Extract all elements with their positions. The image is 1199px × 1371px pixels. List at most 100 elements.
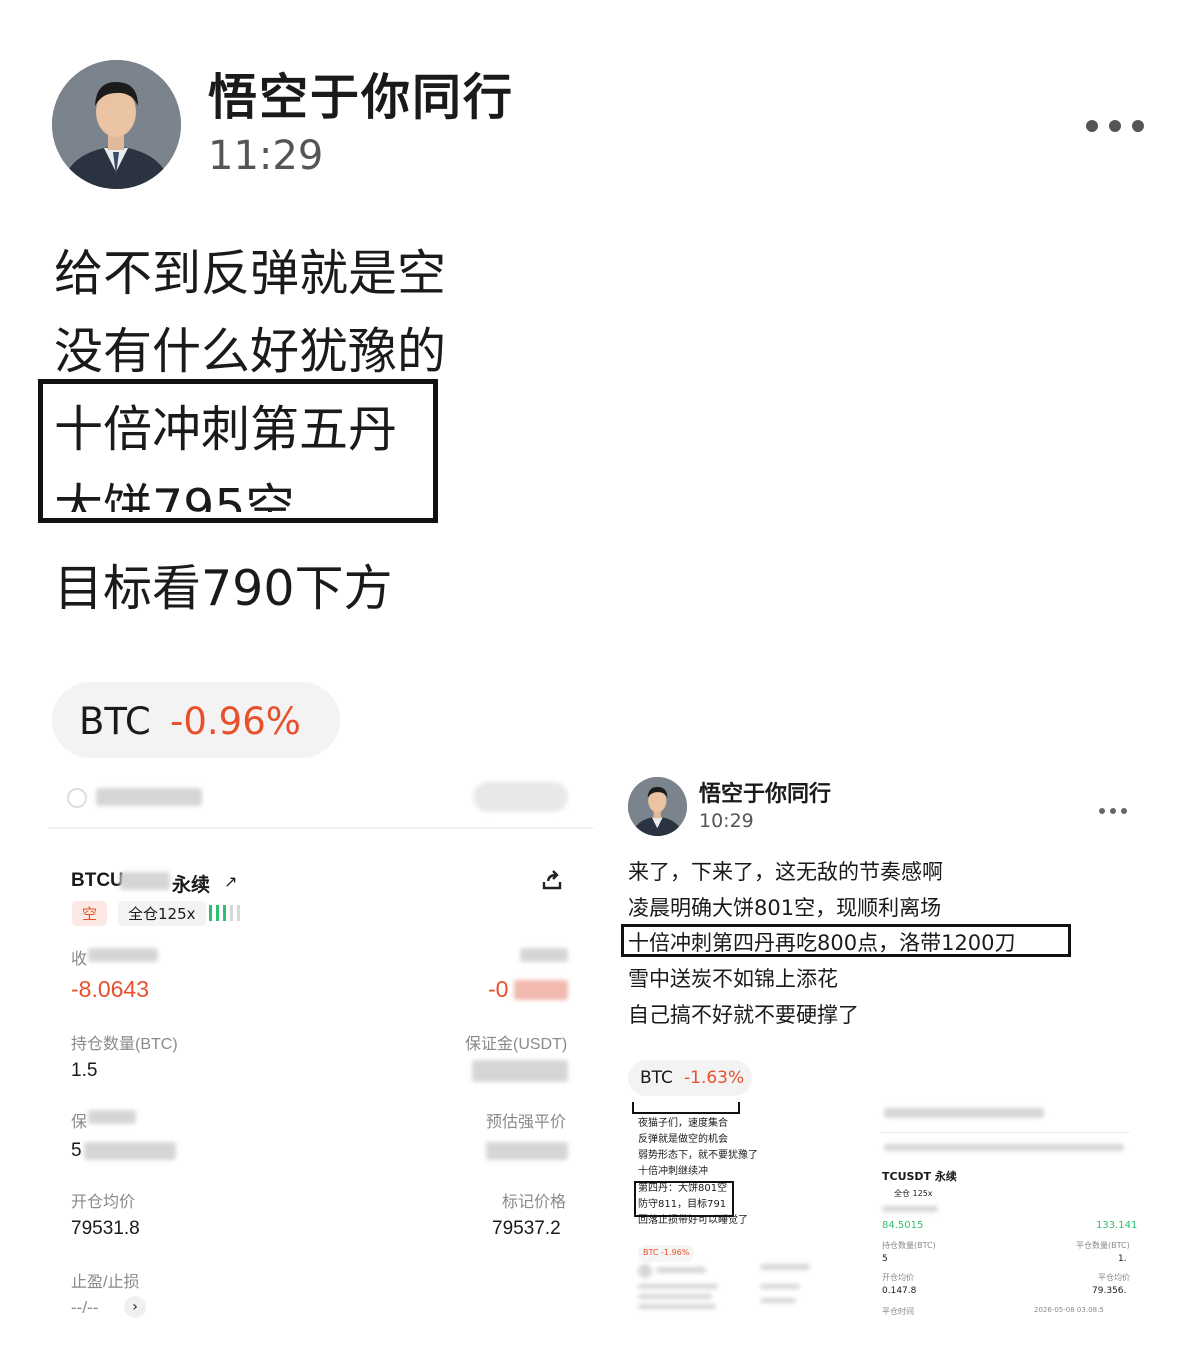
- nested-line-6: 防守811，目标791: [638, 1199, 727, 1210]
- margin-mode-tag: 全仓125x: [118, 901, 206, 926]
- nested-card-close-label: 平仓均价: [1098, 1273, 1130, 1282]
- divider: [48, 827, 593, 829]
- nested-line-3: 弱势形态下，就不要犹豫了: [638, 1150, 758, 1161]
- embedded-tag-symbol: BTC: [640, 1068, 673, 1088]
- nested-deep-card-3: [760, 1298, 796, 1303]
- embedded-line-1: 来了，下来了，这无敌的节奏感啊: [628, 860, 943, 884]
- pnl-value: -8.0643: [71, 976, 150, 1002]
- nested-line-2: 反弹就是做空的机会: [638, 1134, 728, 1145]
- blurred-roi: [514, 980, 568, 1000]
- post-time: 11:29: [208, 133, 324, 179]
- entry-label: 开仓均价: [71, 1194, 136, 1211]
- embedded-time: 10:29: [699, 810, 754, 832]
- btc-tag-change: -0.96%: [170, 700, 301, 743]
- nested-card-qty2: 1.: [1118, 1254, 1127, 1264]
- radio-icon: [67, 788, 87, 808]
- blurred-symbol: [120, 872, 170, 890]
- position-symbol-text: BTCU: [71, 870, 124, 891]
- author-name[interactable]: 悟空于你同行: [208, 58, 514, 129]
- blurred-filter: [96, 788, 202, 806]
- tpsl-label: 止盈/止损: [71, 1274, 140, 1291]
- position-screenshot: BTCU 永续 ↗ 空 全仓125x 收 -8.0643 -0 持仓数量(BTC…: [48, 770, 593, 1330]
- blurred-pnl-label: [88, 948, 158, 962]
- mark-label: 标记价格: [502, 1194, 567, 1211]
- nested-deep-text-2: [638, 1284, 718, 1289]
- nested-card-qty-label: 持仓数量(BTC): [882, 1241, 936, 1250]
- qty-value: 1.5: [71, 1060, 98, 1081]
- mark-value: 79537.2: [492, 1218, 561, 1239]
- embedded-line-4: 雪中送炭不如锦上添花: [628, 967, 838, 991]
- btc-tag[interactable]: BTC -0.96%: [52, 682, 340, 758]
- nested-card-symbol: TCUSDT 永续: [882, 1170, 957, 1183]
- more-options-icon[interactable]: [1085, 118, 1145, 132]
- blurred-roi-label: [520, 948, 568, 962]
- nested-line-1: 夜猫子们，速度集合: [638, 1118, 728, 1129]
- blurred-margin: [472, 1060, 568, 1082]
- embedded-line-5: 自己搞不好就不要硬撑了: [628, 1003, 859, 1027]
- ratio-value: 5: [71, 1140, 82, 1161]
- embedded-author: 悟空于你同行: [699, 782, 832, 807]
- nested-card-time-label: 平仓时间: [882, 1307, 914, 1316]
- author-avatar[interactable]: [52, 60, 181, 189]
- nested-tag: BTC -1.96%: [638, 1245, 695, 1262]
- nested-card-time: 2026-05-08 03:08:5: [1034, 1306, 1104, 1314]
- qty-label: 持仓数量(BTC): [71, 1036, 178, 1053]
- post-line-1: 给不到反弹就是空: [54, 245, 447, 302]
- ratio-label: 保: [71, 1114, 88, 1131]
- btc-tag-symbol: BTC: [79, 700, 151, 743]
- nested-deep-text-4: [638, 1304, 716, 1309]
- nested-post-thumbnail: 夜猫子们，速度集合 反弹就是做空的机会 弱势形态下，就不要犹豫了 十倍冲刺继续冲…: [632, 1102, 862, 1322]
- embedded-tag-change: -1.63%: [684, 1068, 745, 1088]
- short-tag: 空: [72, 901, 108, 926]
- chevron-right-icon: ↗: [224, 872, 238, 891]
- blurred-ratio-label: [88, 1110, 136, 1124]
- nested-deep-text-1: [656, 1267, 706, 1273]
- nested-line-4: 十倍冲刺继续冲: [638, 1166, 708, 1177]
- signal-bars-icon: [208, 903, 240, 923]
- embedded-post-screenshot: 悟空于你同行 10:29 来了，下来了，这无敌的节奏感啊 凌晨明确大饼801空，…: [612, 770, 1157, 1330]
- post-line-3: 十倍冲刺第五丹: [54, 401, 398, 458]
- nested-deep-avatar: [638, 1264, 652, 1278]
- nested-card-pnl-label-blur: [882, 1206, 938, 1212]
- embedded-line-2: 凌晨明确大饼801空，现顺利离场: [628, 896, 942, 920]
- roi-value: -0: [488, 976, 509, 1002]
- nested-card-entry-label: 开仓均价: [882, 1273, 914, 1282]
- nested-top-border: [632, 1102, 740, 1114]
- embedded-btc-tag: BTC -1.63%: [628, 1060, 752, 1096]
- embedded-more-icon: [1098, 800, 1128, 814]
- nested-card-margin: 全仓 125x: [894, 1189, 933, 1198]
- tpsl-value[interactable]: --/--: [71, 1298, 98, 1318]
- pnl-label: 收: [71, 951, 88, 968]
- post-line-4: 大饼795空: [54, 479, 295, 512]
- nested-card-header-blur: [884, 1108, 1044, 1118]
- post-line-2: 没有什么好犹豫的: [54, 323, 447, 380]
- nested-card-close: 79.356.: [1092, 1286, 1127, 1296]
- nested-card-qty2-label: 平仓数量(BTC): [1076, 1241, 1130, 1250]
- nested-card-thumbnail: TCUSDT 永续 全仓 125x 84.5015 133.141 持仓数量(B…: [880, 1102, 1137, 1322]
- nested-deep-card-1: [760, 1264, 810, 1270]
- margin-label: 保证金(USDT): [465, 1036, 568, 1053]
- nested-card-pnl: 84.5015: [882, 1220, 924, 1231]
- chevron-right-icon[interactable]: ›: [124, 1296, 146, 1318]
- nested-card-qty: 5: [882, 1254, 888, 1264]
- blurred-ratio: [84, 1142, 176, 1160]
- contract-type: 永续: [172, 875, 211, 896]
- nested-card-divider: [880, 1132, 1130, 1133]
- embedded-avatar: [628, 777, 687, 836]
- nested-line-5: 第四丹：大饼801空: [638, 1183, 728, 1194]
- share-icon[interactable]: [540, 868, 564, 892]
- blurred-liq: [486, 1142, 568, 1160]
- nested-card-subheader-blur: [884, 1144, 1124, 1151]
- entry-value: 79531.8: [71, 1218, 140, 1239]
- liq-label: 预估强平价: [486, 1114, 567, 1131]
- nested-deep-text-3: [638, 1294, 712, 1299]
- nested-deep-card-2: [760, 1284, 800, 1289]
- nested-line-7: 回落止损带好可以睡觉了: [638, 1215, 748, 1226]
- post-line-5: 目标看790下方: [54, 560, 393, 617]
- embedded-line-3: 十倍冲刺第四丹再吃800点，洛带1200刀: [628, 931, 1016, 955]
- blurred-button: [473, 782, 568, 812]
- nested-card-roi: 133.141: [1096, 1220, 1138, 1231]
- nested-card-entry: 0.147.8: [882, 1286, 917, 1296]
- position-symbol[interactable]: BTCU: [71, 870, 124, 892]
- avatar-image: [52, 60, 181, 189]
